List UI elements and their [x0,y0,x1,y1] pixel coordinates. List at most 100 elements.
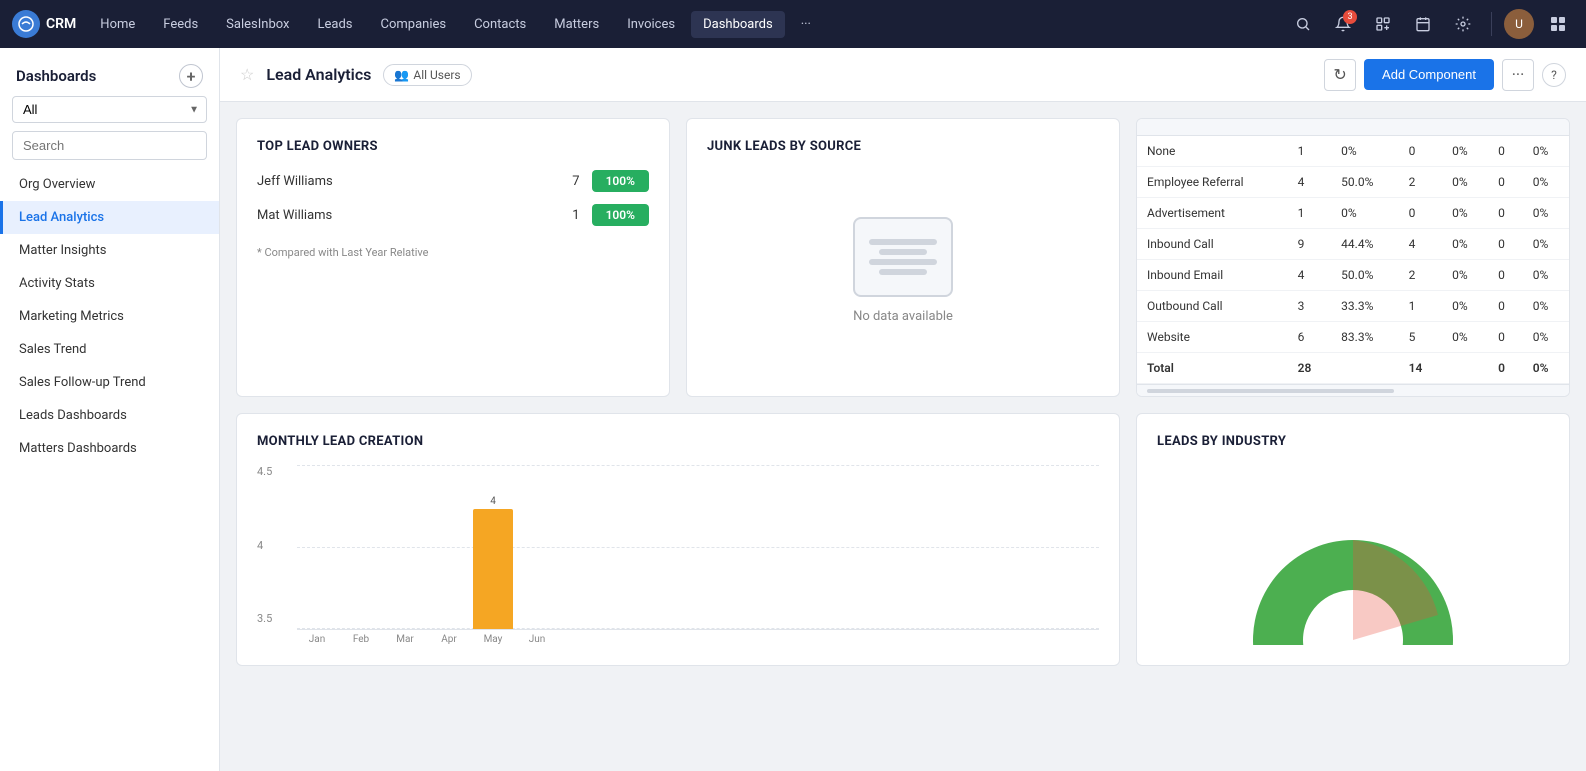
table-cell: 50.0% [1331,167,1398,198]
table-cell: 0% [1523,167,1569,198]
nav-home[interactable]: Home [88,11,147,38]
table-cell: 0 [1399,136,1443,167]
no-data-icon [853,217,953,297]
industry-title: LEADS BY INDUSTRY [1157,434,1549,449]
table-cell: 0 [1488,229,1523,260]
table-cell [1442,353,1488,384]
sidebar-item-leads-dashboards[interactable]: Leads Dashboards [0,399,219,432]
sidebar-item-sales-followup[interactable]: Sales Follow-up Trend [0,366,219,399]
nav-dashboards[interactable]: Dashboards [691,11,785,38]
table-cell: 14 [1399,353,1443,384]
lead-owner-row-2: Mat Williams 1 100% [257,204,649,226]
logo-icon [12,10,40,38]
gridline-1 [297,465,1099,466]
nav-salesinbox[interactable]: SalesInbox [214,11,301,38]
crm-logo[interactable]: CRM [12,10,76,38]
bar-group [385,611,425,629]
table-row: Outbound Call333.3%10%00% [1137,291,1569,322]
leads-table-card: None10%00%00%Employee Referral450.0%20%0… [1136,118,1570,397]
nav-divider [1491,12,1492,36]
table-cell: Outbound Call [1137,291,1288,322]
table-row: Employee Referral450.0%20%00% [1137,167,1569,198]
col-total [1288,119,1332,136]
x-axis-label: Apr [429,634,469,645]
nav-feeds[interactable]: Feeds [151,11,210,38]
table-cell: 0% [1442,167,1488,198]
favorite-star-icon[interactable]: ☆ [240,65,254,84]
sidebar-filter[interactable]: All ▼ [12,96,207,123]
table-cell: 0% [1523,198,1569,229]
refresh-button[interactable]: ↻ [1324,59,1356,91]
no-data-line-2 [879,249,927,255]
search-icon[interactable] [1287,8,1319,40]
owner-badge-2: 100% [592,204,649,226]
sidebar-item-marketing-metrics[interactable]: Marketing Metrics [0,300,219,333]
col-c3 [1399,119,1443,136]
table-cell: 4 [1288,167,1332,198]
sidebar-item-org-overview[interactable]: Org Overview [0,168,219,201]
crm-logo-text: CRM [46,16,76,32]
owner-count-1: 7 [560,174,580,189]
table-cell: 1 [1288,198,1332,229]
nav-leads[interactable]: Leads [305,11,364,38]
table-cell: 0 [1488,322,1523,353]
table-cell: Website [1137,322,1288,353]
grid-icon[interactable] [1542,8,1574,40]
sidebar-item-lead-analytics[interactable]: Lead Analytics [0,201,219,234]
nav-contacts[interactable]: Contacts [462,11,538,38]
calendar-icon[interactable] [1407,8,1439,40]
nav-more[interactable]: ··· [789,11,823,38]
nav-companies[interactable]: Companies [369,11,459,38]
no-data-line-4 [879,269,927,275]
table-cell: 0 [1488,198,1523,229]
sidebar-item-sales-trend[interactable]: Sales Trend [0,333,219,366]
no-data-line-1 [869,239,936,245]
chart-bar [473,509,513,629]
table-cell: 0% [1523,353,1569,384]
table-cell: 0% [1442,322,1488,353]
y-label-3: 3.5 [257,612,272,625]
table-cell: 0% [1442,136,1488,167]
bar-value-label: 4 [490,496,496,507]
pie-chart-svg [1243,485,1463,645]
table-cell: 33.3% [1331,291,1398,322]
table-scroll-container[interactable]: None10%00%00%Employee Referral450.0%20%0… [1137,119,1569,384]
bar-group [341,611,381,629]
main-content: ☆ Lead Analytics 👥 All Users ↻ Add Compo… [220,48,1586,771]
nav-invoices[interactable]: Invoices [615,11,687,38]
table-cell: 1 [1288,136,1332,167]
more-options-button[interactable]: ··· [1502,59,1534,91]
user-avatar[interactable]: U [1504,9,1534,39]
notifications-icon[interactable]: 3 [1327,8,1359,40]
sidebar-item-matter-insights[interactable]: Matter Insights [0,234,219,267]
table-cell: 4 [1288,260,1332,291]
settings-icon[interactable] [1447,8,1479,40]
table-cell: 2 [1399,167,1443,198]
leads-by-industry-card: LEADS BY INDUSTRY [1136,413,1570,666]
app-layout: Dashboards + All ▼ Org Overview Lead Ana… [0,48,1586,771]
table-cell: 50.0% [1331,260,1398,291]
col-c6 [1523,119,1569,136]
x-axis-label: May [473,634,513,645]
search-input[interactable] [12,131,207,160]
table-cell: 1 [1399,291,1443,322]
help-button[interactable]: ? [1542,63,1566,87]
chart-bars-container: 4 [297,465,1099,630]
sidebar-title: Dashboards [16,67,96,85]
all-users-filter[interactable]: 👥 All Users [383,64,471,86]
sidebar-filter-select[interactable]: All [12,96,207,123]
table-row: Total281400% [1137,353,1569,384]
table-row: None10%00%00% [1137,136,1569,167]
table-cell [1331,353,1398,384]
sidebar-item-activity-stats[interactable]: Activity Stats [0,267,219,300]
sidebar-item-matters-dashboards[interactable]: Matters Dashboards [0,432,219,465]
table-cell: 5 [1399,322,1443,353]
table-cell: 0% [1523,291,1569,322]
add-icon[interactable] [1367,8,1399,40]
table-cell: 0% [1523,322,1569,353]
bar-group [297,611,337,629]
sidebar-add-button[interactable]: + [179,64,203,88]
nav-matters[interactable]: Matters [542,11,611,38]
add-component-button[interactable]: Add Component [1364,59,1494,90]
table-footer-scroll[interactable] [1137,384,1569,396]
